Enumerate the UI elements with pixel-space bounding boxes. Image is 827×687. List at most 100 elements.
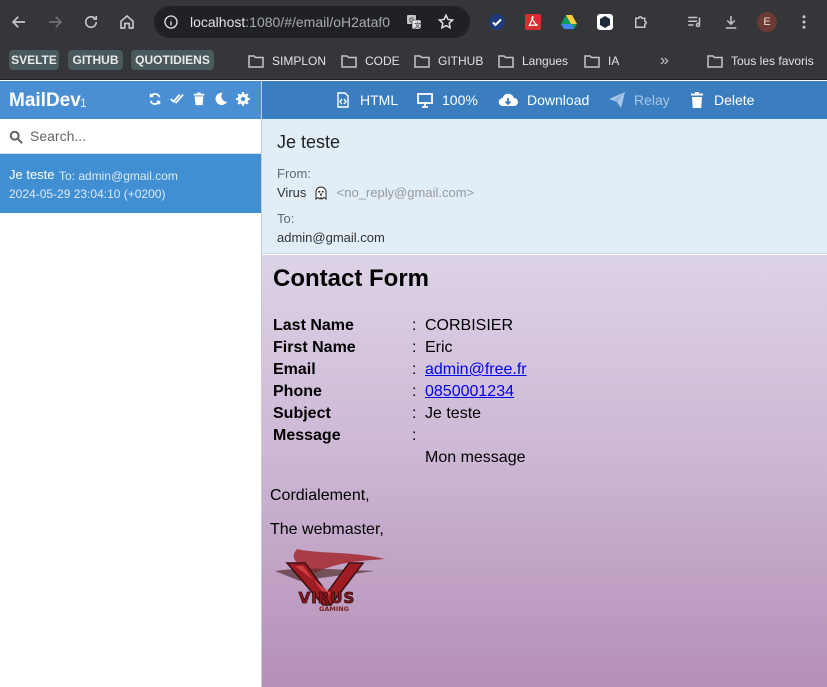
sender-address: <no_reply@gmail.com> (336, 185, 475, 200)
maildev-app: MailDev 1 Je teste To: admin@gmail.com 2… (0, 81, 827, 687)
trash-icon (691, 92, 703, 108)
field-value: Eric (425, 339, 453, 356)
delete-all-icon[interactable] (192, 92, 206, 106)
refresh-icon[interactable] (148, 92, 162, 106)
folder-label: CODE (365, 54, 400, 68)
browser-menu-icon[interactable] (795, 13, 813, 31)
zoom-button[interactable]: 100% (417, 81, 478, 119)
email-count-badge: 1 (80, 96, 87, 110)
from-field: Virus <no_reply@gmail.com> (277, 185, 474, 200)
field-label: Subject (273, 405, 331, 422)
html-view-label: HTML (360, 92, 399, 108)
relay-label: Relay (634, 92, 670, 108)
folder-label: GITHUB (438, 54, 484, 68)
field-label: Last Name (273, 317, 354, 334)
field-colon: : (412, 339, 417, 356)
extension-hex-icon[interactable] (596, 13, 614, 31)
field-row-message: Message : (273, 427, 813, 449)
url-text[interactable]: localhost:1080/#/email/oH2ataf0 (190, 14, 400, 30)
folder-label: Langues (522, 54, 569, 68)
monitor-icon (417, 93, 433, 108)
profile-avatar[interactable]: E (757, 12, 777, 32)
pdf-extension-icon[interactable] (524, 13, 542, 31)
email-list-sidebar: MailDev 1 Je teste To: admin@gmail.com 2… (0, 81, 262, 687)
delete-button[interactable]: Delete (689, 81, 754, 119)
browser-toolbar: localhost:1080/#/email/oH2ataf0 G文 E (0, 0, 827, 44)
back-icon[interactable] (1, 4, 37, 40)
bookmark-folder-ia[interactable]: IA (584, 49, 619, 73)
contact-form-title: Contact Form (273, 265, 429, 292)
download-label: Download (527, 92, 590, 108)
email-toolbar: HTML 100% Download Relay Delete (262, 81, 827, 119)
email-view: HTML 100% Download Relay Delete Je teste… (262, 81, 827, 687)
zoom-label: 100% (442, 92, 478, 108)
email-date: 2024-05-29 23:04:10 (+0200) (9, 187, 166, 201)
phone-link[interactable]: 0850001234 (425, 383, 514, 401)
from-label: From: (277, 166, 311, 181)
field-row-phone: Phone : 0850001234 (273, 383, 813, 405)
paper-plane-icon (609, 92, 625, 108)
search-icon (9, 130, 23, 144)
field-label: Phone (273, 383, 322, 400)
dark-mode-moon-icon[interactable] (214, 92, 228, 106)
translate-icon[interactable]: G文 (406, 14, 422, 30)
relay-button[interactable]: Relay (609, 81, 670, 119)
address-bar[interactable]: localhost:1080/#/email/oH2ataf0 G文 (154, 6, 470, 38)
field-row-email: Email : admin@free.fr (273, 361, 813, 383)
media-controls-icon[interactable] (686, 13, 704, 31)
bookmark-folder-langues[interactable]: Langues (498, 49, 568, 73)
bookmark-folder-code[interactable]: CODE (341, 49, 400, 73)
home-icon[interactable] (109, 4, 145, 40)
forward-icon[interactable] (37, 4, 73, 40)
downloads-icon[interactable] (722, 13, 740, 31)
email-link[interactable]: admin@free.fr (425, 361, 527, 379)
field-label: First Name (273, 339, 356, 356)
folder-label: SIMPLON (272, 54, 327, 68)
html-view-button[interactable]: HTML (335, 81, 398, 119)
field-value: Je teste (425, 405, 482, 422)
extensions-puzzle-icon[interactable] (632, 13, 650, 31)
field-label: Message (273, 427, 341, 444)
folder-icon (414, 55, 430, 68)
download-button[interactable]: Download (498, 81, 589, 119)
closing-text: Cordialement, (270, 487, 370, 504)
svg-text:文: 文 (414, 21, 421, 30)
folder-icon (707, 55, 723, 68)
reload-icon[interactable] (73, 4, 109, 40)
sidebar-header: MailDev 1 (0, 81, 261, 119)
bookmark-folder-github[interactable]: GITHUB (414, 49, 483, 73)
sender-name: Virus (277, 185, 307, 200)
site-info-icon[interactable] (163, 14, 179, 30)
settings-gear-icon[interactable] (236, 92, 250, 106)
email-list-item[interactable]: Je teste To: admin@gmail.com 2024-05-29 … (0, 154, 261, 213)
all-bookmarks-folder[interactable]: Tous les favoris (707, 49, 814, 73)
bookmark-folder-simplon[interactable]: SIMPLON (248, 49, 326, 73)
bookmark-svelte[interactable]: SVELTE (9, 50, 59, 70)
folder-label: IA (608, 54, 620, 68)
field-row-subject: Subject : Je teste (273, 405, 813, 427)
to-label: To: (277, 211, 295, 226)
search-bar (0, 119, 261, 154)
folder-icon (341, 55, 357, 68)
google-drive-icon[interactable] (560, 13, 578, 31)
search-input[interactable] (30, 126, 250, 146)
field-row-last-name: Last Name : CORBISIER (273, 317, 813, 339)
bookmark-quotidiens[interactable]: QUOTIDIENS (131, 50, 214, 70)
field-colon: : (412, 361, 417, 378)
virus-gaming-logo: VIRUS GAMING (275, 549, 385, 613)
todo-extension-icon[interactable] (488, 13, 506, 31)
app-title: MailDev (9, 90, 81, 111)
bookmark-github-chip[interactable]: GITHUB (68, 50, 123, 70)
bookmark-star-icon[interactable] (437, 13, 455, 31)
field-colon: : (412, 427, 417, 444)
signoff-text: The webmaster, (270, 521, 384, 538)
bookmarks-overflow-button[interactable]: » (660, 52, 669, 70)
field-colon: : (412, 317, 417, 334)
field-value: CORBISIER (425, 317, 514, 334)
email-subject: Je teste (9, 167, 55, 182)
mark-all-read-icon[interactable] (170, 92, 184, 106)
delete-label: Delete (714, 92, 755, 108)
email-header-panel: Je teste From: Virus <no_reply@gmail.com… (262, 119, 827, 254)
field-row-first-name: First Name : Eric (273, 339, 813, 361)
browser-window: localhost:1080/#/email/oH2ataf0 G文 E SVE… (0, 0, 827, 687)
